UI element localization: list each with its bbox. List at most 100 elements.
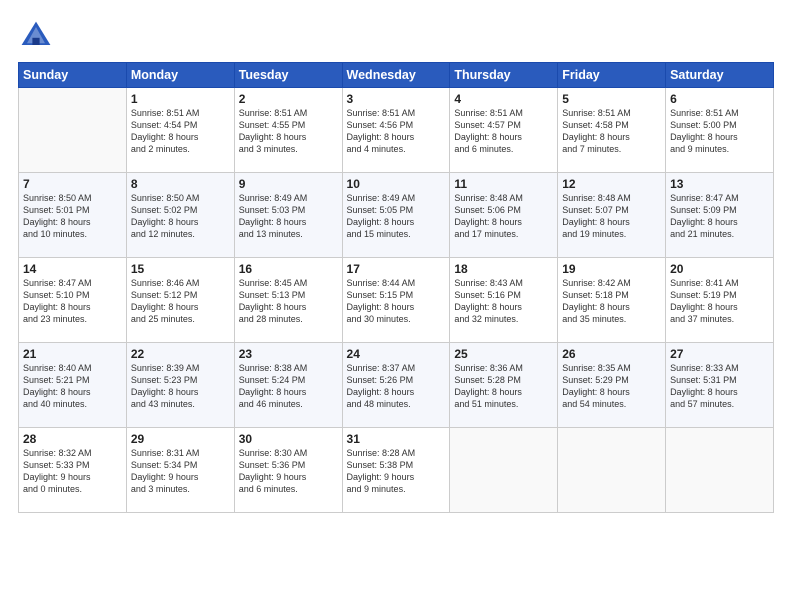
calendar-cell: 15Sunrise: 8:46 AM Sunset: 5:12 PM Dayli… — [126, 258, 234, 343]
calendar-cell: 22Sunrise: 8:39 AM Sunset: 5:23 PM Dayli… — [126, 343, 234, 428]
cell-info: Sunrise: 8:51 AM Sunset: 4:54 PM Dayligh… — [131, 107, 230, 156]
cell-info: Sunrise: 8:39 AM Sunset: 5:23 PM Dayligh… — [131, 362, 230, 411]
cell-info: Sunrise: 8:42 AM Sunset: 5:18 PM Dayligh… — [562, 277, 661, 326]
calendar-cell: 23Sunrise: 8:38 AM Sunset: 5:24 PM Dayli… — [234, 343, 342, 428]
header-cell-saturday: Saturday — [666, 63, 774, 88]
calendar-cell: 2Sunrise: 8:51 AM Sunset: 4:55 PM Daylig… — [234, 88, 342, 173]
cell-info: Sunrise: 8:44 AM Sunset: 5:15 PM Dayligh… — [347, 277, 446, 326]
cell-info: Sunrise: 8:49 AM Sunset: 5:03 PM Dayligh… — [239, 192, 338, 241]
logo — [18, 18, 58, 54]
cell-info: Sunrise: 8:37 AM Sunset: 5:26 PM Dayligh… — [347, 362, 446, 411]
calendar-cell: 8Sunrise: 8:50 AM Sunset: 5:02 PM Daylig… — [126, 173, 234, 258]
cell-day-number: 26 — [562, 347, 661, 361]
cell-day-number: 12 — [562, 177, 661, 191]
header-cell-friday: Friday — [558, 63, 666, 88]
cell-day-number: 2 — [239, 92, 338, 106]
cell-info: Sunrise: 8:46 AM Sunset: 5:12 PM Dayligh… — [131, 277, 230, 326]
cell-day-number: 1 — [131, 92, 230, 106]
calendar-cell: 13Sunrise: 8:47 AM Sunset: 5:09 PM Dayli… — [666, 173, 774, 258]
calendar-cell: 4Sunrise: 8:51 AM Sunset: 4:57 PM Daylig… — [450, 88, 558, 173]
cell-info: Sunrise: 8:33 AM Sunset: 5:31 PM Dayligh… — [670, 362, 769, 411]
week-row-1: 7Sunrise: 8:50 AM Sunset: 5:01 PM Daylig… — [19, 173, 774, 258]
calendar-cell: 28Sunrise: 8:32 AM Sunset: 5:33 PM Dayli… — [19, 428, 127, 513]
cell-info: Sunrise: 8:41 AM Sunset: 5:19 PM Dayligh… — [670, 277, 769, 326]
cell-info: Sunrise: 8:31 AM Sunset: 5:34 PM Dayligh… — [131, 447, 230, 496]
cell-day-number: 16 — [239, 262, 338, 276]
cell-info: Sunrise: 8:35 AM Sunset: 5:29 PM Dayligh… — [562, 362, 661, 411]
cell-day-number: 22 — [131, 347, 230, 361]
cell-info: Sunrise: 8:51 AM Sunset: 5:00 PM Dayligh… — [670, 107, 769, 156]
cell-day-number: 21 — [23, 347, 122, 361]
calendar-cell: 26Sunrise: 8:35 AM Sunset: 5:29 PM Dayli… — [558, 343, 666, 428]
calendar-cell — [450, 428, 558, 513]
calendar-cell — [558, 428, 666, 513]
cell-day-number: 17 — [347, 262, 446, 276]
cell-day-number: 29 — [131, 432, 230, 446]
cell-info: Sunrise: 8:51 AM Sunset: 4:55 PM Dayligh… — [239, 107, 338, 156]
cell-info: Sunrise: 8:40 AM Sunset: 5:21 PM Dayligh… — [23, 362, 122, 411]
cell-day-number: 11 — [454, 177, 553, 191]
header-cell-monday: Monday — [126, 63, 234, 88]
header-cell-wednesday: Wednesday — [342, 63, 450, 88]
cell-info: Sunrise: 8:45 AM Sunset: 5:13 PM Dayligh… — [239, 277, 338, 326]
cell-day-number: 15 — [131, 262, 230, 276]
cell-info: Sunrise: 8:36 AM Sunset: 5:28 PM Dayligh… — [454, 362, 553, 411]
cell-day-number: 5 — [562, 92, 661, 106]
cell-info: Sunrise: 8:47 AM Sunset: 5:10 PM Dayligh… — [23, 277, 122, 326]
calendar-cell: 24Sunrise: 8:37 AM Sunset: 5:26 PM Dayli… — [342, 343, 450, 428]
calendar-cell: 10Sunrise: 8:49 AM Sunset: 5:05 PM Dayli… — [342, 173, 450, 258]
cell-day-number: 8 — [131, 177, 230, 191]
cell-day-number: 28 — [23, 432, 122, 446]
cell-info: Sunrise: 8:43 AM Sunset: 5:16 PM Dayligh… — [454, 277, 553, 326]
calendar-cell: 16Sunrise: 8:45 AM Sunset: 5:13 PM Dayli… — [234, 258, 342, 343]
cell-day-number: 31 — [347, 432, 446, 446]
header-row: SundayMondayTuesdayWednesdayThursdayFrid… — [19, 63, 774, 88]
calendar-cell: 19Sunrise: 8:42 AM Sunset: 5:18 PM Dayli… — [558, 258, 666, 343]
cell-info: Sunrise: 8:48 AM Sunset: 5:06 PM Dayligh… — [454, 192, 553, 241]
cell-info: Sunrise: 8:28 AM Sunset: 5:38 PM Dayligh… — [347, 447, 446, 496]
week-row-0: 1Sunrise: 8:51 AM Sunset: 4:54 PM Daylig… — [19, 88, 774, 173]
cell-info: Sunrise: 8:51 AM Sunset: 4:56 PM Dayligh… — [347, 107, 446, 156]
cell-day-number: 10 — [347, 177, 446, 191]
calendar-cell: 25Sunrise: 8:36 AM Sunset: 5:28 PM Dayli… — [450, 343, 558, 428]
cell-day-number: 30 — [239, 432, 338, 446]
calendar-cell: 31Sunrise: 8:28 AM Sunset: 5:38 PM Dayli… — [342, 428, 450, 513]
cell-info: Sunrise: 8:50 AM Sunset: 5:02 PM Dayligh… — [131, 192, 230, 241]
calendar-cell: 5Sunrise: 8:51 AM Sunset: 4:58 PM Daylig… — [558, 88, 666, 173]
header-cell-thursday: Thursday — [450, 63, 558, 88]
cell-day-number: 4 — [454, 92, 553, 106]
calendar-cell: 17Sunrise: 8:44 AM Sunset: 5:15 PM Dayli… — [342, 258, 450, 343]
cell-day-number: 23 — [239, 347, 338, 361]
cell-day-number: 19 — [562, 262, 661, 276]
cell-info: Sunrise: 8:47 AM Sunset: 5:09 PM Dayligh… — [670, 192, 769, 241]
calendar-cell: 11Sunrise: 8:48 AM Sunset: 5:06 PM Dayli… — [450, 173, 558, 258]
cell-info: Sunrise: 8:32 AM Sunset: 5:33 PM Dayligh… — [23, 447, 122, 496]
header — [18, 18, 774, 54]
cell-info: Sunrise: 8:48 AM Sunset: 5:07 PM Dayligh… — [562, 192, 661, 241]
cell-day-number: 6 — [670, 92, 769, 106]
calendar-table: SundayMondayTuesdayWednesdayThursdayFrid… — [18, 62, 774, 513]
cell-info: Sunrise: 8:49 AM Sunset: 5:05 PM Dayligh… — [347, 192, 446, 241]
calendar-cell — [19, 88, 127, 173]
calendar-cell: 27Sunrise: 8:33 AM Sunset: 5:31 PM Dayli… — [666, 343, 774, 428]
cell-day-number: 27 — [670, 347, 769, 361]
calendar-cell: 12Sunrise: 8:48 AM Sunset: 5:07 PM Dayli… — [558, 173, 666, 258]
cell-day-number: 3 — [347, 92, 446, 106]
calendar-cell: 21Sunrise: 8:40 AM Sunset: 5:21 PM Dayli… — [19, 343, 127, 428]
calendar-cell: 29Sunrise: 8:31 AM Sunset: 5:34 PM Dayli… — [126, 428, 234, 513]
calendar-cell: 30Sunrise: 8:30 AM Sunset: 5:36 PM Dayli… — [234, 428, 342, 513]
cell-day-number: 20 — [670, 262, 769, 276]
week-row-4: 28Sunrise: 8:32 AM Sunset: 5:33 PM Dayli… — [19, 428, 774, 513]
calendar-cell: 7Sunrise: 8:50 AM Sunset: 5:01 PM Daylig… — [19, 173, 127, 258]
cell-info: Sunrise: 8:38 AM Sunset: 5:24 PM Dayligh… — [239, 362, 338, 411]
calendar-cell: 3Sunrise: 8:51 AM Sunset: 4:56 PM Daylig… — [342, 88, 450, 173]
cell-day-number: 7 — [23, 177, 122, 191]
calendar-cell: 1Sunrise: 8:51 AM Sunset: 4:54 PM Daylig… — [126, 88, 234, 173]
header-cell-sunday: Sunday — [19, 63, 127, 88]
cell-info: Sunrise: 8:51 AM Sunset: 4:57 PM Dayligh… — [454, 107, 553, 156]
cell-info: Sunrise: 8:30 AM Sunset: 5:36 PM Dayligh… — [239, 447, 338, 496]
cell-info: Sunrise: 8:51 AM Sunset: 4:58 PM Dayligh… — [562, 107, 661, 156]
calendar-cell: 9Sunrise: 8:49 AM Sunset: 5:03 PM Daylig… — [234, 173, 342, 258]
cell-day-number: 14 — [23, 262, 122, 276]
cell-day-number: 24 — [347, 347, 446, 361]
